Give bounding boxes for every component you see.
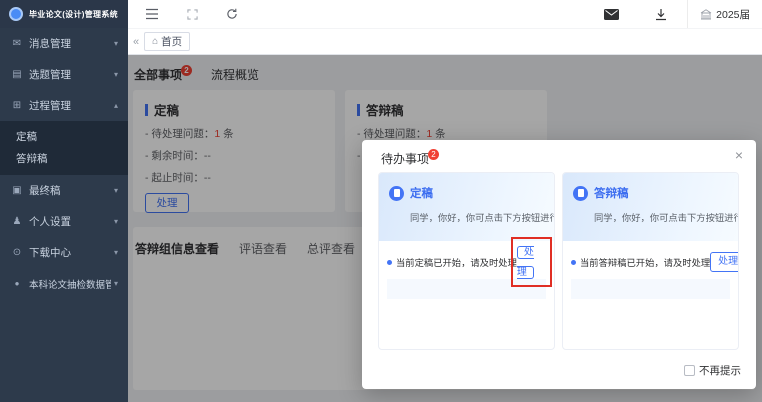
document-icon: ▣ [10,185,24,196]
todo-modal: 待办事项2 × 定稿 同学，你好，你可点击下方按钮进行查看/处理 当前定稿已开始… [362,140,756,389]
document-circle-icon [573,186,588,201]
refresh-button[interactable] [216,0,248,28]
sidebar: 毕业论文(设计)管理系统 ✉ 消息管理 ▾ ▤ 选题管理 ▾ ⊞ 过程管理 ▴ … [0,0,128,402]
bullet-dot-icon [571,260,576,265]
todo-cards: 定稿 同学，你好，你可点击下方按钮进行查看/处理 当前定稿已开始，请及时处理 处… [378,172,739,350]
todo-card-defense-draft: 答辩稿 同学，你好，你可点击下方按钮进行查看/处理 当前答辩稿已开始，请及时处理… [562,172,739,350]
bullet-dot-icon [387,260,392,265]
todo-status-row: 当前定稿已开始，请及时处理 处理 [387,249,546,275]
mail-icon [604,9,619,20]
chevron-down-icon: ▾ [114,279,118,288]
user-icon: ♟ [10,216,24,227]
download-icon [655,8,667,21]
chevron-down-icon: ▾ [114,248,118,257]
tabs-collapse-arrow[interactable]: « [128,36,144,48]
sidebar-item-process[interactable]: ⊞ 过程管理 ▴ [0,90,128,121]
todo-card-header: 答辩稿 同学，你好，你可点击下方按钮进行查看/处理 [563,173,738,241]
empty-list-row [387,279,546,299]
handle-button-defense-draft[interactable]: 处理 [710,252,739,272]
sidebar-submenu-process: 定稿 答辩稿 [0,121,128,175]
building-icon [700,8,712,20]
sidebar-item-thesis-sampling-data[interactable]: ● 本科论文抽检数据管理 ▾ [0,268,128,299]
chevron-down-icon: ▾ [114,217,118,226]
todo-card-desc: 同学，你好，你可点击下方按钮进行查看/处理 [594,210,728,224]
modal-title: 待办事项2 [381,150,440,167]
page-tabbar: « ⌂ 首页 [128,28,762,55]
tab-home[interactable]: ⌂ 首页 [144,32,190,51]
app-logo-icon [9,7,23,21]
topic-list-icon: ▤ [10,69,24,80]
sidebar-collapse-button[interactable] [136,0,168,28]
handle-button-final-draft[interactable]: 处理 [517,246,534,279]
topbar: 2025届 [128,0,762,28]
sidebar-item-download-center[interactable]: ⊙ 下载中心 ▾ [0,237,128,268]
annotation-highlight-box [511,237,552,287]
refresh-icon [226,8,238,20]
session-label: 2025届 [716,7,750,22]
todo-card-desc: 同学，你好，你可点击下方按钮进行查看/处理 [410,210,544,224]
home-icon: ⌂ [152,36,158,47]
chevron-up-icon: ▴ [114,101,118,110]
dont-remind-option[interactable]: 不再提示 [684,363,741,378]
message-icon: ✉ [10,38,24,49]
sidebar-item-topic[interactable]: ▤ 选题管理 ▾ [0,59,128,90]
process-icon: ⊞ [10,100,24,111]
chevron-down-icon: ▾ [114,70,118,79]
fullscreen-icon [187,9,198,20]
chevron-down-icon: ▾ [114,186,118,195]
checkbox-icon[interactable] [684,365,695,376]
app-logo: 毕业论文(设计)管理系统 [0,0,128,28]
download-button[interactable] [645,0,677,28]
sidebar-item-final-draft[interactable]: 定稿 [0,126,128,148]
document-circle-icon [389,186,404,201]
todo-badge: 2 [428,149,439,160]
mail-button[interactable] [595,0,627,28]
sidebar-item-message[interactable]: ✉ 消息管理 ▾ [0,28,128,59]
tab-home-label: 首页 [161,34,182,49]
session-selector[interactable]: 2025届 [687,0,762,28]
chevron-down-icon: ▾ [114,39,118,48]
fullscreen-button[interactable] [176,0,208,28]
todo-status-row: 当前答辩稿已开始，请及时处理 处理 [571,249,730,275]
app-window: 毕业论文(设计)管理系统 ✉ 消息管理 ▾ ▤ 选题管理 ▾ ⊞ 过程管理 ▴ … [0,0,762,402]
todo-card-header: 定稿 同学，你好，你可点击下方按钮进行查看/处理 [379,173,554,241]
hamburger-icon [145,8,159,20]
sidebar-item-personal-settings[interactable]: ♟ 个人设置 ▾ [0,206,128,237]
sidebar-item-defense-draft[interactable]: 答辩稿 [0,148,128,170]
empty-list-row [571,279,730,299]
app-title: 毕业论文(设计)管理系统 [29,9,118,20]
download-circle-icon: ⊙ [10,247,24,258]
data-circle-icon: ● [10,279,24,288]
close-icon[interactable]: × [735,148,743,162]
todo-card-final-draft: 定稿 同学，你好，你可点击下方按钮进行查看/处理 当前定稿已开始，请及时处理 处… [378,172,555,350]
sidebar-item-final-version[interactable]: ▣ 最终稿 ▾ [0,175,128,206]
dont-remind-label: 不再提示 [699,363,741,378]
